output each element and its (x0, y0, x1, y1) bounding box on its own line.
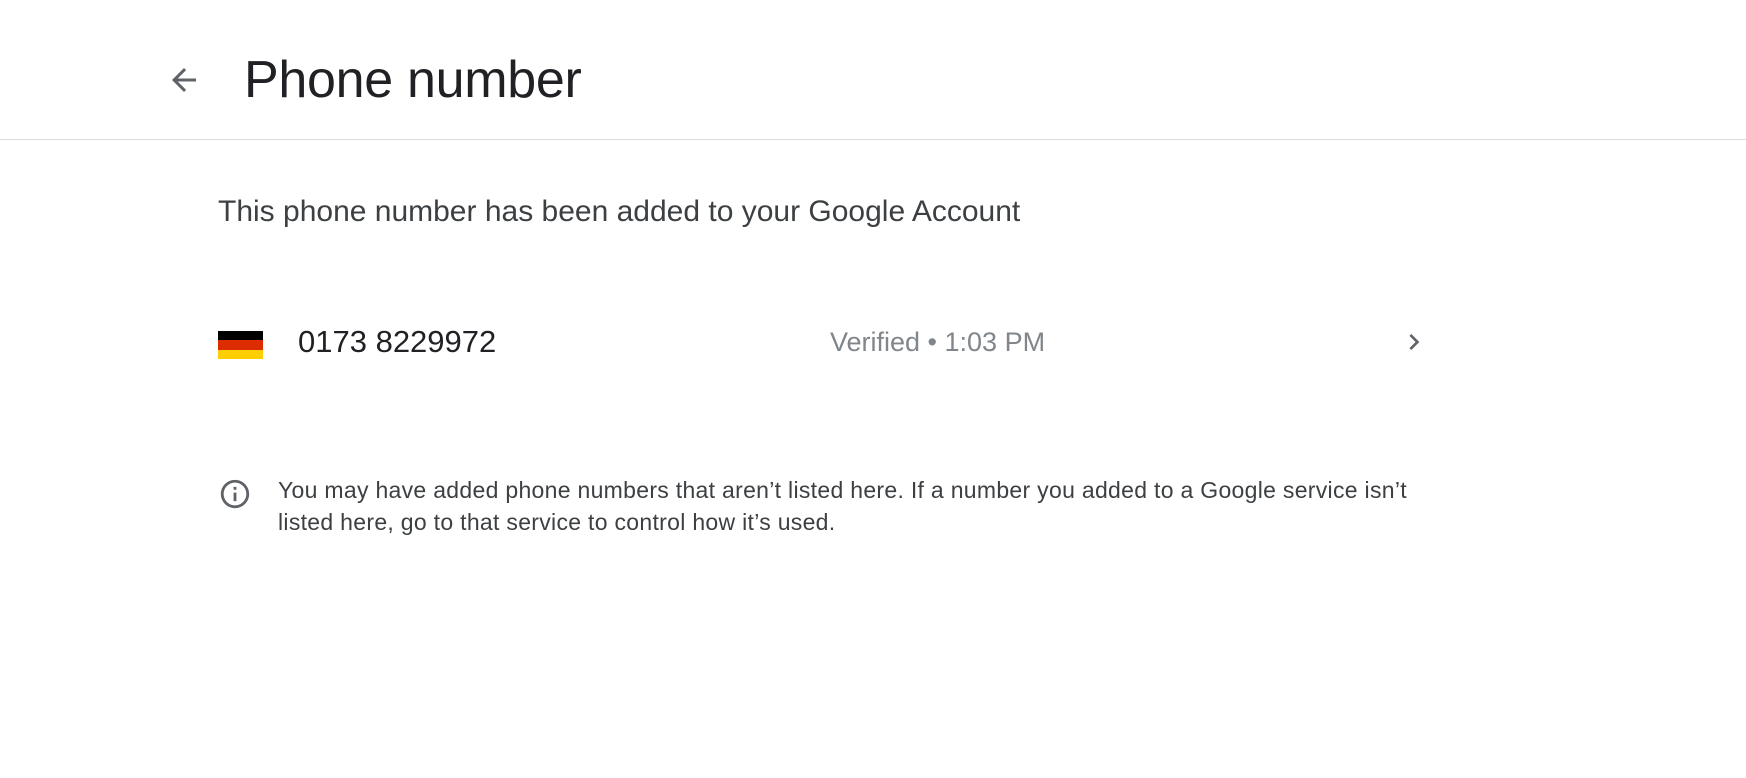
germany-flag-icon (218, 331, 263, 359)
page-header: Phone number (0, 0, 1746, 140)
phone-number-value: 0173 8229972 (298, 324, 497, 359)
info-text: You may have added phone numbers that ar… (278, 477, 1407, 535)
info-icon (220, 479, 250, 509)
phone-status: Verified • 1:03 PM (830, 327, 1046, 357)
page-subtitle: This phone number has been added to your… (218, 195, 1021, 228)
phone-number-row[interactable]: 0173 8229972 Verified • 1:03 PM (205, 306, 1444, 378)
arrow-back-icon (172, 68, 196, 92)
page-title: Phone number (244, 51, 582, 109)
chevron-right-icon (1409, 334, 1420, 350)
back-button[interactable] (160, 56, 208, 104)
